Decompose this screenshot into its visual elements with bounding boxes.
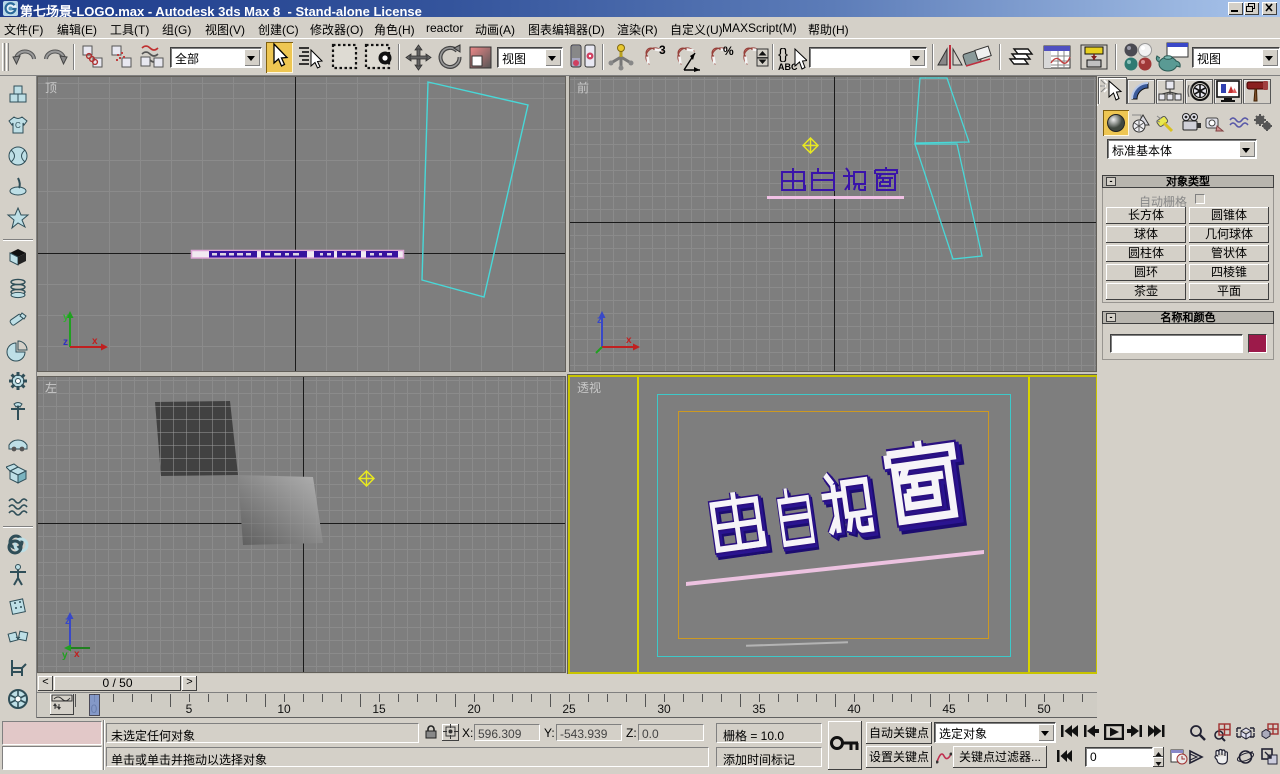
- svg-text:x: x: [74, 649, 80, 660]
- svg-text:y: y: [62, 650, 68, 660]
- svg-text:z: z: [63, 337, 68, 348]
- svg-text:%: %: [723, 44, 734, 58]
- svg-text:y: y: [63, 312, 69, 323]
- svg-text:x: x: [92, 336, 98, 347]
- svg-text:x: x: [626, 335, 632, 346]
- svg-text:z: z: [65, 616, 70, 627]
- svg-text:z: z: [597, 315, 602, 326]
- svg-text:{}: {}: [778, 46, 788, 63]
- svg-text:3: 3: [659, 44, 666, 57]
- svg-text:C: C: [15, 121, 21, 130]
